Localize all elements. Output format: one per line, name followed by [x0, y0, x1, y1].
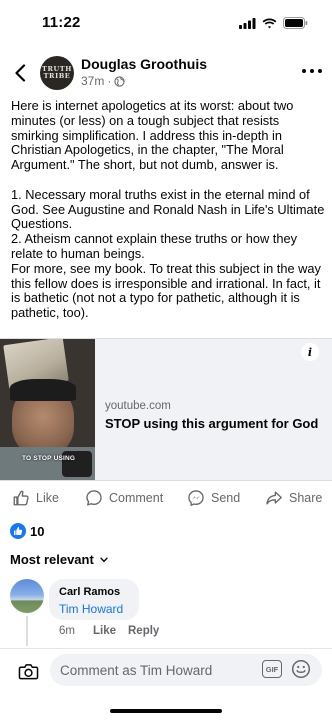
comment-mention[interactable]: Tim Howard: [59, 602, 129, 616]
messenger-icon: [188, 490, 204, 506]
battery-icon: [283, 17, 308, 29]
comment-meta: 6m Like Reply: [59, 625, 159, 637]
camera-button[interactable]: [16, 659, 40, 683]
sort-label: Most relevant: [10, 552, 94, 567]
post-header: TRUTH TRIBE Douglas Groothuis 37m ·: [0, 52, 332, 96]
post-body: Here is internet apologetics at its wors…: [11, 98, 327, 321]
reaction-count: 10: [30, 523, 45, 539]
share-label: Share: [289, 491, 323, 505]
wifi-icon: [262, 18, 277, 28]
avatar-logo-text-bottom: TRIBE: [43, 72, 71, 80]
camera-icon: [18, 663, 38, 679]
send-button[interactable]: Send: [187, 486, 240, 510]
emoji-button[interactable]: [291, 659, 311, 679]
comment-composer: GIF: [0, 648, 332, 692]
link-preview-card[interactable]: TO STOP USING i youtube.com STOP using t…: [0, 338, 332, 481]
commenter-name[interactable]: Carl Ramos: [59, 586, 129, 598]
status-time: 11:22: [42, 14, 81, 31]
video-thumbnail[interactable]: TO STOP USING: [0, 339, 95, 480]
post-paragraph: Here is internet apologetics at its wors…: [11, 98, 294, 173]
status-icons: [239, 17, 308, 29]
cellular-signal-icon: [239, 17, 256, 29]
post-meta: 37m ·: [81, 74, 125, 88]
comment-time: 6m: [59, 625, 75, 637]
smiley-icon: [291, 659, 311, 679]
thumbnail-caption: TO STOP USING: [22, 455, 76, 462]
link-title[interactable]: STOP using this argument for God: [105, 416, 318, 431]
home-indicator[interactable]: [110, 709, 222, 713]
thumbs-up-icon: [13, 490, 29, 506]
chevron-down-icon: [100, 557, 108, 562]
info-button[interactable]: i: [301, 343, 319, 361]
like-button[interactable]: Like: [12, 486, 59, 510]
comments-sort-dropdown[interactable]: Most relevant: [10, 552, 108, 567]
like-reaction-icon: [10, 523, 26, 539]
globe-icon: [114, 75, 125, 87]
thumbnail-cap-shape: [10, 379, 76, 401]
more-options-button[interactable]: [302, 64, 322, 78]
comment-bubble-icon: [86, 490, 102, 506]
like-label: Like: [36, 491, 59, 505]
dot: [302, 69, 306, 73]
post-paragraph-gap: [11, 173, 327, 188]
comment-button[interactable]: Comment: [85, 486, 163, 510]
dot: [318, 69, 322, 73]
post-paragraph: 2. Atheism cannot explain these truths o…: [11, 231, 297, 261]
link-domain: youtube.com: [105, 400, 171, 412]
chevron-left-icon: [15, 64, 26, 82]
meta-separator: ·: [107, 74, 112, 88]
commenter-avatar[interactable]: [10, 579, 44, 613]
author-avatar[interactable]: TRUTH TRIBE: [40, 56, 74, 90]
share-arrow-icon: [266, 491, 282, 505]
gif-label: GIF: [265, 664, 279, 674]
gif-button[interactable]: GIF: [262, 660, 282, 678]
comment-like-button[interactable]: Like: [93, 625, 116, 637]
post-paragraph: For more, see my book. To treat this sub…: [11, 260, 321, 321]
author-name[interactable]: Douglas Groothuis: [81, 56, 207, 72]
info-icon: i: [307, 345, 313, 359]
post-paragraph: 1. Necessary moral truths exist in the e…: [11, 186, 325, 232]
comment-reply-button[interactable]: Reply: [128, 625, 159, 637]
thumbs-up-icon: [14, 526, 23, 535]
send-label: Send: [211, 491, 241, 505]
dot: [310, 69, 314, 73]
comment-thread-line: [26, 616, 28, 646]
post-action-bar: Like Comment Send Share: [0, 486, 332, 510]
back-button[interactable]: [10, 62, 30, 84]
comment-bubble: Carl Ramos Tim Howard: [49, 579, 139, 620]
comment-label: Comment: [109, 491, 164, 505]
reactions-summary[interactable]: 10: [10, 523, 44, 539]
share-button[interactable]: Share: [265, 486, 322, 510]
post-timestamp: 37m: [81, 74, 105, 88]
status-bar: 11:22: [0, 0, 332, 46]
